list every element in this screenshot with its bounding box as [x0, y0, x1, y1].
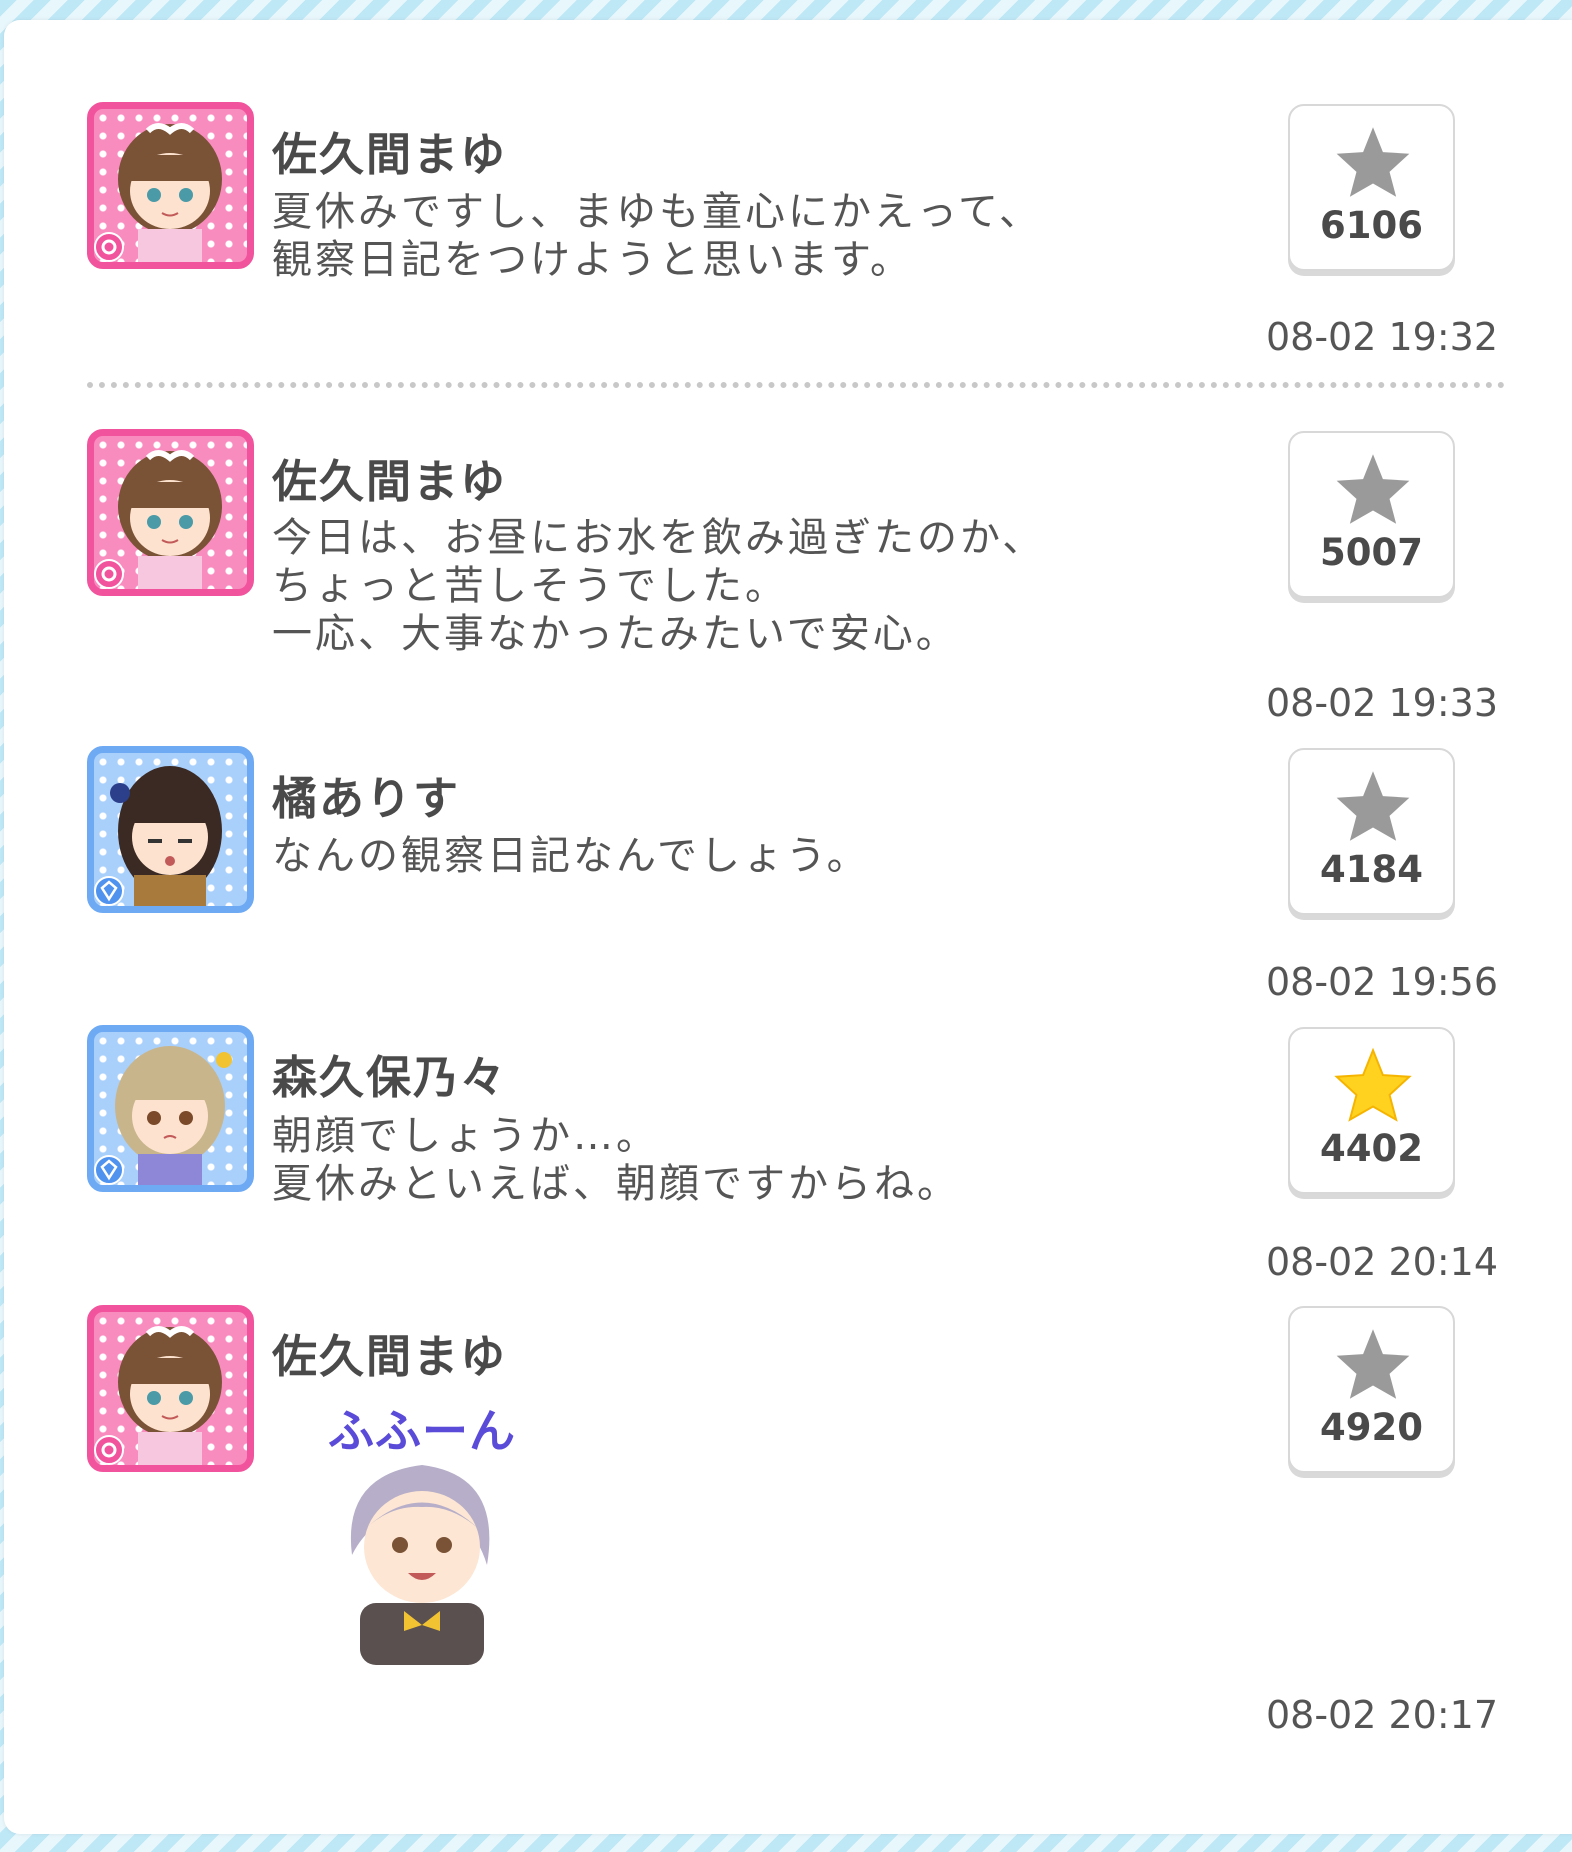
timestamp: 08-02 20:14	[1265, 1240, 1498, 1284]
timestamp: 08-02 19:56	[1265, 960, 1498, 1004]
like-button[interactable]: 5007	[1288, 431, 1455, 598]
like-count: 4184	[1320, 848, 1423, 891]
avatar[interactable]	[87, 746, 254, 913]
like-count: 4402	[1320, 1127, 1423, 1170]
timeline-panel: 佐久間まゆ 夏休みですし、まゆも童心にかえって、 観察日記をつけようと思います。…	[4, 20, 1572, 1834]
sticker-image: ふふーん	[312, 1395, 532, 1665]
avatar[interactable]	[87, 1305, 254, 1472]
post-text: 夏休みですし、まゆも童心にかえって、 観察日記をつけようと思います。	[272, 189, 1042, 283]
timestamp: 08-02 20:17	[1265, 1693, 1498, 1737]
like-button[interactable]: 4920	[1288, 1306, 1455, 1473]
flower-badge-icon	[94, 232, 124, 262]
post-text: なんの観察日記なんでしょう。	[272, 833, 870, 879]
author-name[interactable]: 佐久間まゆ	[272, 118, 507, 183]
post-text: 朝顔でしょうか…。 夏休みといえば、朝顔ですからね。	[272, 1113, 960, 1207]
star-icon	[1336, 454, 1410, 524]
author-name[interactable]: 森久保乃々	[272, 1041, 507, 1106]
like-button[interactable]: 4184	[1288, 748, 1455, 915]
post-text: 今日は、お昼にお水を飲み過ぎたのか、 ちょっと苦しそうでした。 一応、大事なかっ…	[272, 515, 1046, 657]
author-name[interactable]: 佐久間まゆ	[272, 445, 507, 510]
avatar[interactable]	[87, 429, 254, 596]
author-name[interactable]: 佐久間まゆ	[272, 1320, 507, 1385]
flower-badge-icon	[94, 559, 124, 589]
like-button[interactable]: 6106	[1288, 104, 1455, 271]
author-name[interactable]: 橘ありす	[272, 762, 460, 827]
like-count: 4920	[1320, 1406, 1423, 1449]
avatar[interactable]	[87, 1025, 254, 1192]
avatar[interactable]	[87, 102, 254, 269]
timestamp: 08-02 19:32	[1265, 315, 1498, 359]
like-count: 6106	[1320, 204, 1423, 247]
like-count: 5007	[1320, 531, 1423, 574]
diamond-badge-icon	[94, 876, 124, 906]
star-icon	[1336, 771, 1410, 841]
star-icon	[1336, 1329, 1410, 1399]
star-icon	[1336, 127, 1410, 197]
diamond-badge-icon	[94, 1155, 124, 1185]
divider	[87, 382, 1505, 388]
flower-badge-icon	[94, 1435, 124, 1465]
timestamp: 08-02 19:33	[1265, 681, 1498, 725]
star-icon	[1334, 1047, 1412, 1122]
like-button[interactable]: 4402	[1288, 1027, 1455, 1194]
